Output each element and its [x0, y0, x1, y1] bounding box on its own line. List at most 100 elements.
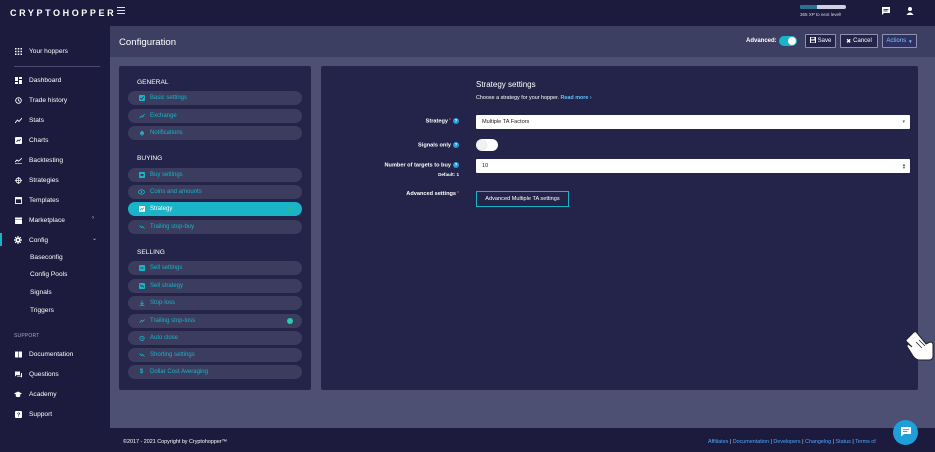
academy-icon: [14, 390, 22, 398]
actions-dropdown[interactable]: Actions ▼: [882, 34, 917, 48]
bell-icon: [138, 130, 145, 137]
sidebar-item-questions[interactable]: Questions: [14, 368, 59, 380]
strategy-settings-panel: Strategy settings Choose a strategy for …: [321, 66, 918, 390]
sidebar-item-label: Academy: [29, 390, 57, 398]
footer-link-terms[interactable]: Terms of: [855, 439, 876, 445]
chevron-down-icon: ▾: [902, 119, 905, 125]
sidebar-item-charts[interactable]: Charts: [14, 134, 48, 146]
questions-icon: [14, 370, 22, 378]
config-item-coins-and-amounts[interactable]: Coins and amounts: [128, 185, 302, 199]
alarm-icon: [138, 335, 145, 342]
sidebar-item-config[interactable]: Config: [14, 234, 48, 246]
sidebar-item-templates[interactable]: Templates: [14, 194, 59, 206]
config-item-exchange[interactable]: Exchange: [128, 109, 302, 123]
config-item-trailing-stop-buy[interactable]: Trailing stop-buy: [128, 220, 302, 234]
footer-links: Affiliates | Documentation | Developers …: [708, 439, 876, 445]
sidebar-subitem-signals[interactable]: Signals: [30, 289, 52, 296]
footer-link-developers[interactable]: Developers: [773, 439, 800, 445]
app-logo[interactable]: CRYPTOHOPPER: [10, 8, 116, 18]
checkbox-icon: [138, 95, 145, 102]
chevron-down-icon[interactable]: ⌄: [92, 235, 97, 242]
sell-strategy-icon: [138, 283, 145, 290]
section-title-buying: BUYING: [137, 155, 163, 162]
cancel-button[interactable]: ✖ Cancel: [840, 34, 878, 48]
sidebar-item-label: Backtesting: [29, 156, 64, 164]
strategy-settings-title: Strategy settings: [476, 80, 536, 89]
config-item-auto-close[interactable]: Auto close: [128, 331, 302, 345]
sidebar-section-support: SUPPORT: [14, 333, 40, 339]
chat-widget-button[interactable]: [893, 420, 918, 445]
chat-icon[interactable]: [881, 6, 891, 16]
sidebar-item-backtesting[interactable]: Backtesting: [14, 154, 63, 166]
strategy-label: Strategy*?: [425, 118, 459, 125]
xp-text: 365 XP to next level!: [800, 12, 842, 17]
exchange-icon: [138, 113, 145, 120]
sidebar-item-strategies[interactable]: Strategies: [14, 174, 59, 186]
config-item-sell-settings[interactable]: Sell settings: [128, 261, 302, 275]
sidebar-item-label: Support: [29, 410, 53, 418]
arrow-right-icon: ›: [589, 95, 592, 101]
trend-up-icon: [138, 318, 145, 325]
backtesting-icon: [14, 156, 22, 164]
sidebar-item-your-hoppers[interactable]: Your hoppers: [14, 45, 68, 57]
sidebar-item-label: Charts: [29, 136, 49, 144]
footer-link-status[interactable]: Status: [836, 439, 851, 445]
config-item-dollar-cost-averaging[interactable]: $ Dollar Cost Averaging: [128, 365, 302, 379]
templates-icon: [14, 196, 22, 204]
trend-down-icon: [138, 224, 145, 231]
top-bar: CRYPTOHOPPER 365 XP to next level!: [0, 0, 935, 26]
support-icon: ?: [14, 410, 22, 418]
config-menu-panel: GENERAL Basic settings Exchange Notifica…: [119, 66, 311, 390]
sidebar-item-trade-history[interactable]: Trade history: [14, 94, 67, 106]
history-icon: [14, 96, 22, 104]
sidebar-item-academy[interactable]: Academy: [14, 388, 57, 400]
sidebar-subitem-triggers[interactable]: Triggers: [30, 307, 54, 314]
moon-icon[interactable]: [858, 6, 868, 16]
help-icon[interactable]: ?: [453, 142, 459, 148]
targets-default-note: Default: 1: [438, 172, 459, 177]
strategy-select[interactable]: Multiple TA Factors ▾: [476, 115, 910, 129]
signals-only-label: Signals only?: [418, 142, 459, 149]
help-icon[interactable]: ?: [453, 118, 459, 124]
copyright-text: ©2017 - 2021 Copyright by Cryptohopper™: [123, 439, 228, 445]
signals-only-toggle[interactable]: [476, 139, 498, 151]
arrow-down-icon: [138, 300, 145, 307]
config-item-buy-settings[interactable]: Buy settings: [128, 168, 302, 182]
config-item-trailing-stop-loss[interactable]: Trailing stop-loss: [128, 314, 302, 328]
config-item-notifications[interactable]: Notifications: [128, 126, 302, 140]
config-item-sell-strategy[interactable]: Sell strategy: [128, 279, 302, 293]
sidebar-item-label: Trade history: [29, 96, 68, 104]
section-title-general: GENERAL: [137, 79, 169, 86]
targets-input[interactable]: 10 ▲ ▼: [476, 159, 910, 173]
footer-link-documentation[interactable]: Documentation: [733, 439, 769, 445]
sidebar-item-stats[interactable]: Stats: [14, 114, 44, 126]
save-icon: [809, 37, 816, 45]
caret-down-icon: ▼: [908, 38, 913, 44]
book-icon: [14, 350, 22, 358]
footer-link-changelog[interactable]: Changelog: [805, 439, 831, 445]
config-item-shorting-settings[interactable]: Shorting settings: [128, 348, 302, 362]
stepper-icon[interactable]: ▲ ▼: [902, 163, 906, 170]
read-more-link[interactable]: Read more ›: [561, 95, 592, 101]
advanced-toggle[interactable]: [779, 36, 797, 46]
sidebar-subitem-config-pools[interactable]: Config Pools: [30, 271, 67, 278]
footer-link-affiliates[interactable]: Affiliates: [708, 439, 728, 445]
sidebar: Your hoppers Dashboard Trade history Sta…: [0, 26, 110, 452]
sidebar-item-marketplace[interactable]: Marketplace: [14, 214, 65, 226]
help-icon[interactable]: ?: [453, 162, 459, 168]
config-item-stop-loss[interactable]: Stop-loss: [128, 296, 302, 310]
sidebar-item-documentation[interactable]: Documentation: [14, 348, 73, 360]
sidebar-item-label: Config: [29, 236, 49, 244]
strategies-icon: [14, 176, 22, 184]
user-icon[interactable]: [905, 6, 915, 16]
advanced-ta-settings-button[interactable]: Advanced Multiple TA settings: [476, 191, 569, 207]
chevron-right-icon[interactable]: ›: [92, 215, 94, 221]
save-button[interactable]: Save: [805, 34, 836, 48]
sidebar-item-dashboard[interactable]: Dashboard: [14, 74, 61, 86]
close-icon: ✖: [846, 38, 852, 45]
sidebar-subitem-baseconfig[interactable]: Baseconfig: [30, 254, 63, 261]
config-item-strategy[interactable]: Strategy: [128, 202, 302, 216]
config-item-basic-settings[interactable]: Basic settings: [128, 91, 302, 105]
sidebar-item-support[interactable]: ? Support: [14, 408, 52, 420]
menu-icon[interactable]: [117, 7, 125, 15]
